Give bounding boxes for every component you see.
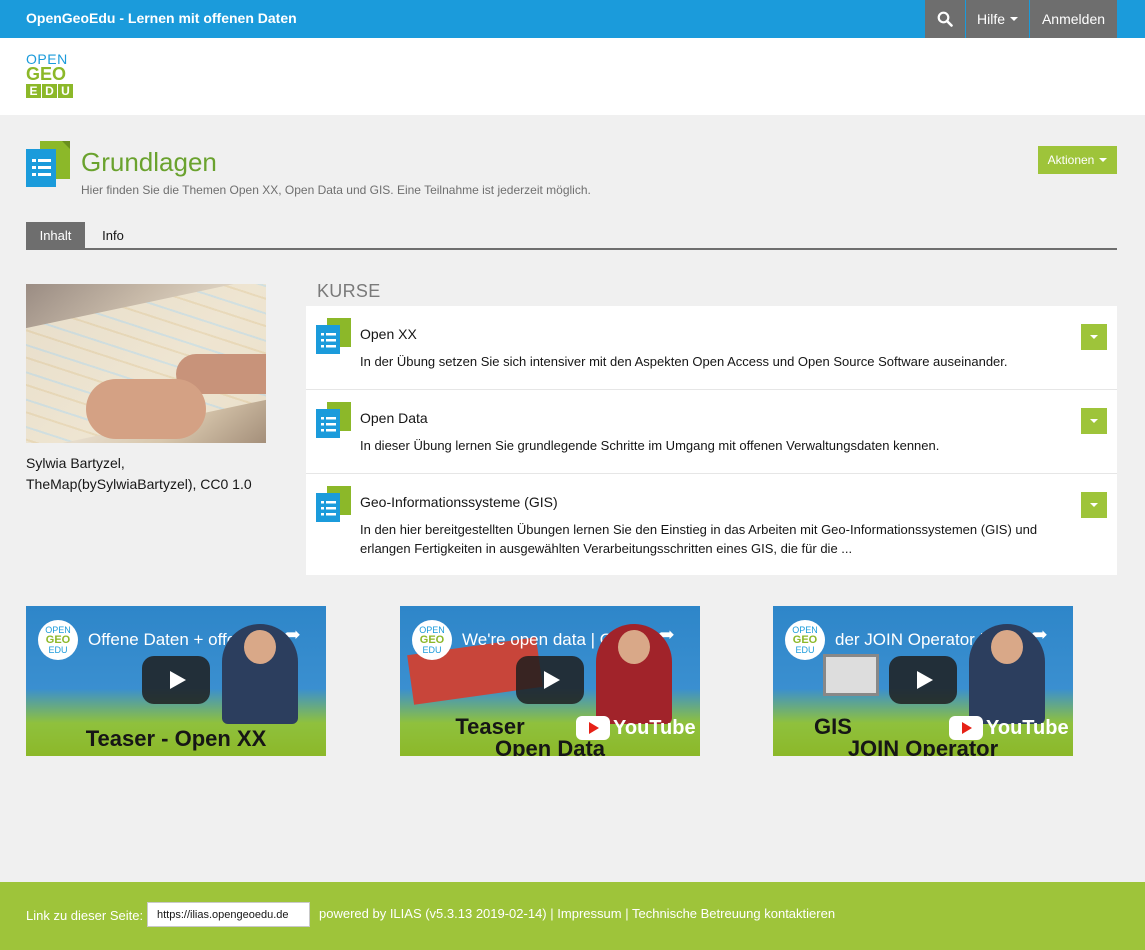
courses-heading: KURSE [317,281,381,301]
video-embed-open-xx[interactable]: OPEN GEO EDU Offene Daten + offene... ➦ Te… [26,606,326,756]
course-actions-button[interactable] [1081,324,1107,350]
logo-band: OPEN GEO EDU [0,38,1145,115]
video-embed-open-data[interactable]: OPEN GEO EDU We're open data | Ope... ➦ Te… [400,606,700,756]
course-title[interactable]: Open XX [360,326,417,342]
chevron-down-icon [1090,335,1098,339]
opengeoedu-logo[interactable]: OPEN GEO EDU [26,52,76,98]
video-caption-line2: JOIN Operator [847,736,999,757]
presenter-figure [222,624,298,724]
course-description: In den hier bereitgestellten Übungen ler… [360,522,1038,556]
help-label: Hilfe [976,11,1005,27]
actions-label: Aktionen [1047,153,1095,167]
channel-logo[interactable]: OPEN GEO EDU [38,620,78,660]
course-title[interactable]: Geo-Informationssysteme (GIS) [360,494,558,510]
impressum-link[interactable]: Impressum [557,906,621,921]
course-description: In der Übung setzen Sie sich intensiver … [360,354,1008,369]
search-icon [937,11,953,27]
course-title[interactable]: Open Data [360,410,428,426]
channel-logo[interactable]: OPEN GEO EDU [412,620,452,660]
powered-by-link[interactable]: powered by ILIAS (v5.3.13 2019-02-14) [319,906,547,921]
youtube-logo[interactable]: YouTube [949,716,1069,740]
caption-author: Sylwia Bartyzel, [26,455,125,471]
course-item-open-data[interactable]: Open Data In dieser Übung lernen Sie gru… [306,390,1117,474]
video-caption: Teaser - Open XX [85,726,267,751]
course-item-open-xx[interactable]: Open XX In der Übung setzen Sie sich int… [306,306,1117,390]
youtube-logo[interactable]: YouTube [576,716,696,740]
footer-separator: | [625,906,629,921]
footer-separator: | [550,906,554,921]
top-navbar: OpenGeoEdu - Lernen mit offenen Daten Hi… [0,0,1145,38]
content-tabs: Inhalt Info [26,222,1117,250]
course-icon [316,318,351,354]
video-caption-line2: Open Data [494,736,606,757]
chevron-down-icon [1090,419,1098,423]
permalink-field[interactable]: https://ilias.opengeoedu.de [147,902,310,927]
page-description: Hier finden Sie die Themen Open XX, Open… [81,183,591,197]
category-document-icon [26,141,70,187]
channel-logo[interactable]: OPEN GEO EDU [785,620,825,660]
logo-text-geo: GEO [26,64,67,84]
site-brand-link[interactable]: OpenGeoEdu - Lernen mit offenen Daten [26,10,297,26]
tab-info[interactable]: Info [88,222,138,248]
chevron-down-icon [1099,158,1108,162]
image-caption: Sylwia Bartyzel, TheMap(bySylwiaBartyzel… [26,453,276,495]
search-button[interactable] [925,0,965,38]
monitor-graphic [823,654,879,696]
support-contact-link[interactable]: Technische Betreuung kontaktieren [632,906,835,921]
page-title: Grundlagen [81,147,217,177]
actions-dropdown-button[interactable]: Aktionen [1038,146,1117,174]
course-description: In dieser Übung lernen Sie grundlegende … [360,438,940,453]
course-icon [316,486,351,522]
play-button[interactable] [889,656,957,704]
play-button[interactable] [142,656,210,704]
course-actions-button[interactable] [1081,408,1107,434]
play-button[interactable] [516,656,584,704]
footer-links: powered by ILIAS (v5.3.13 2019-02-14) | … [319,906,835,921]
tab-inhalt[interactable]: Inhalt [26,222,85,248]
map-photo [26,284,266,443]
page-footer: Link zu dieser Seite: https://ilias.open… [0,882,1145,950]
course-item-gis[interactable]: Geo-Informationssysteme (GIS) In den hie… [306,474,1117,575]
courses-list: Open XX In der Übung setzen Sie sich int… [306,306,1117,575]
chevron-down-icon [1010,17,1018,21]
presenter-figure [596,624,672,724]
video-embed-join-operator[interactable]: OPEN GEO EDU der JOIN Operator | O... ➦ GI… [773,606,1073,756]
permalink-label: Link zu dieser Seite: [26,908,144,923]
course-actions-button[interactable] [1081,492,1107,518]
logo-text-edu: EDU [26,84,76,98]
help-menu-button[interactable]: Hilfe [966,0,1029,38]
caption-license: TheMap(bySylwiaBartyzel), CC0 1.0 [26,476,252,492]
chevron-down-icon [1090,503,1098,507]
course-icon [316,402,351,438]
login-button[interactable]: Anmelden [1030,0,1117,38]
presenter-figure [969,624,1045,724]
